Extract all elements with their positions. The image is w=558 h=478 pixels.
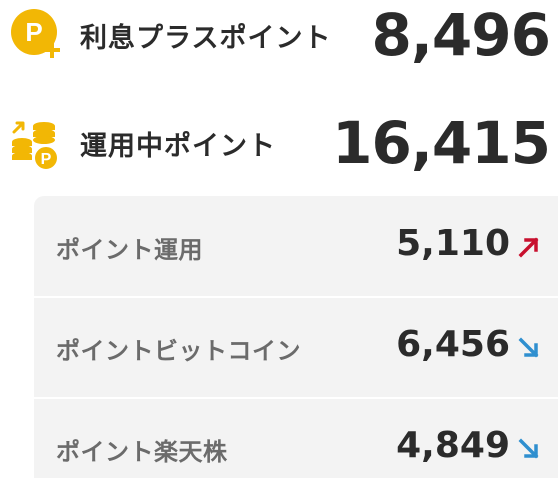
svg-text:P: P: [25, 17, 42, 47]
invested-points-breakdown: ポイント運用 5,110 ポイントビットコイン 6,456 ポイント楽天株 4,…: [34, 196, 558, 478]
breakdown-row-point-investment[interactable]: ポイント運用 5,110: [34, 196, 558, 298]
coin-stack-up-icon: P: [10, 116, 66, 172]
breakdown-label: ポイント運用: [56, 236, 203, 264]
interest-points-row: P 利息プラスポイント 8,496: [0, 0, 558, 74]
trend-up-arrow-icon: [518, 237, 539, 258]
breakdown-label: ポイント楽天株: [56, 438, 228, 466]
invested-points-value: 16,415: [332, 109, 551, 177]
breakdown-row-point-rakuten-stock[interactable]: ポイント楽天株 4,849: [34, 398, 558, 478]
interest-points-label: 利息プラスポイント: [80, 23, 332, 54]
interest-points-value: 8,496: [371, 1, 551, 69]
trend-down-arrow-icon: [518, 438, 539, 459]
breakdown-row-point-bitcoin[interactable]: ポイントビットコイン 6,456: [34, 297, 558, 399]
trend-down-arrow-icon: [518, 337, 539, 358]
breakdown-value: 6,456: [396, 324, 510, 365]
p-plus-coin-icon: P: [10, 8, 66, 64]
invested-points-label: 運用中ポイント: [80, 131, 276, 162]
invested-points-row: P 運用中ポイント 16,415: [0, 108, 558, 180]
breakdown-label: ポイントビットコイン: [56, 337, 301, 365]
svg-text:P: P: [41, 151, 52, 168]
breakdown-value: 5,110: [396, 223, 510, 264]
breakdown-value: 4,849: [396, 425, 510, 466]
